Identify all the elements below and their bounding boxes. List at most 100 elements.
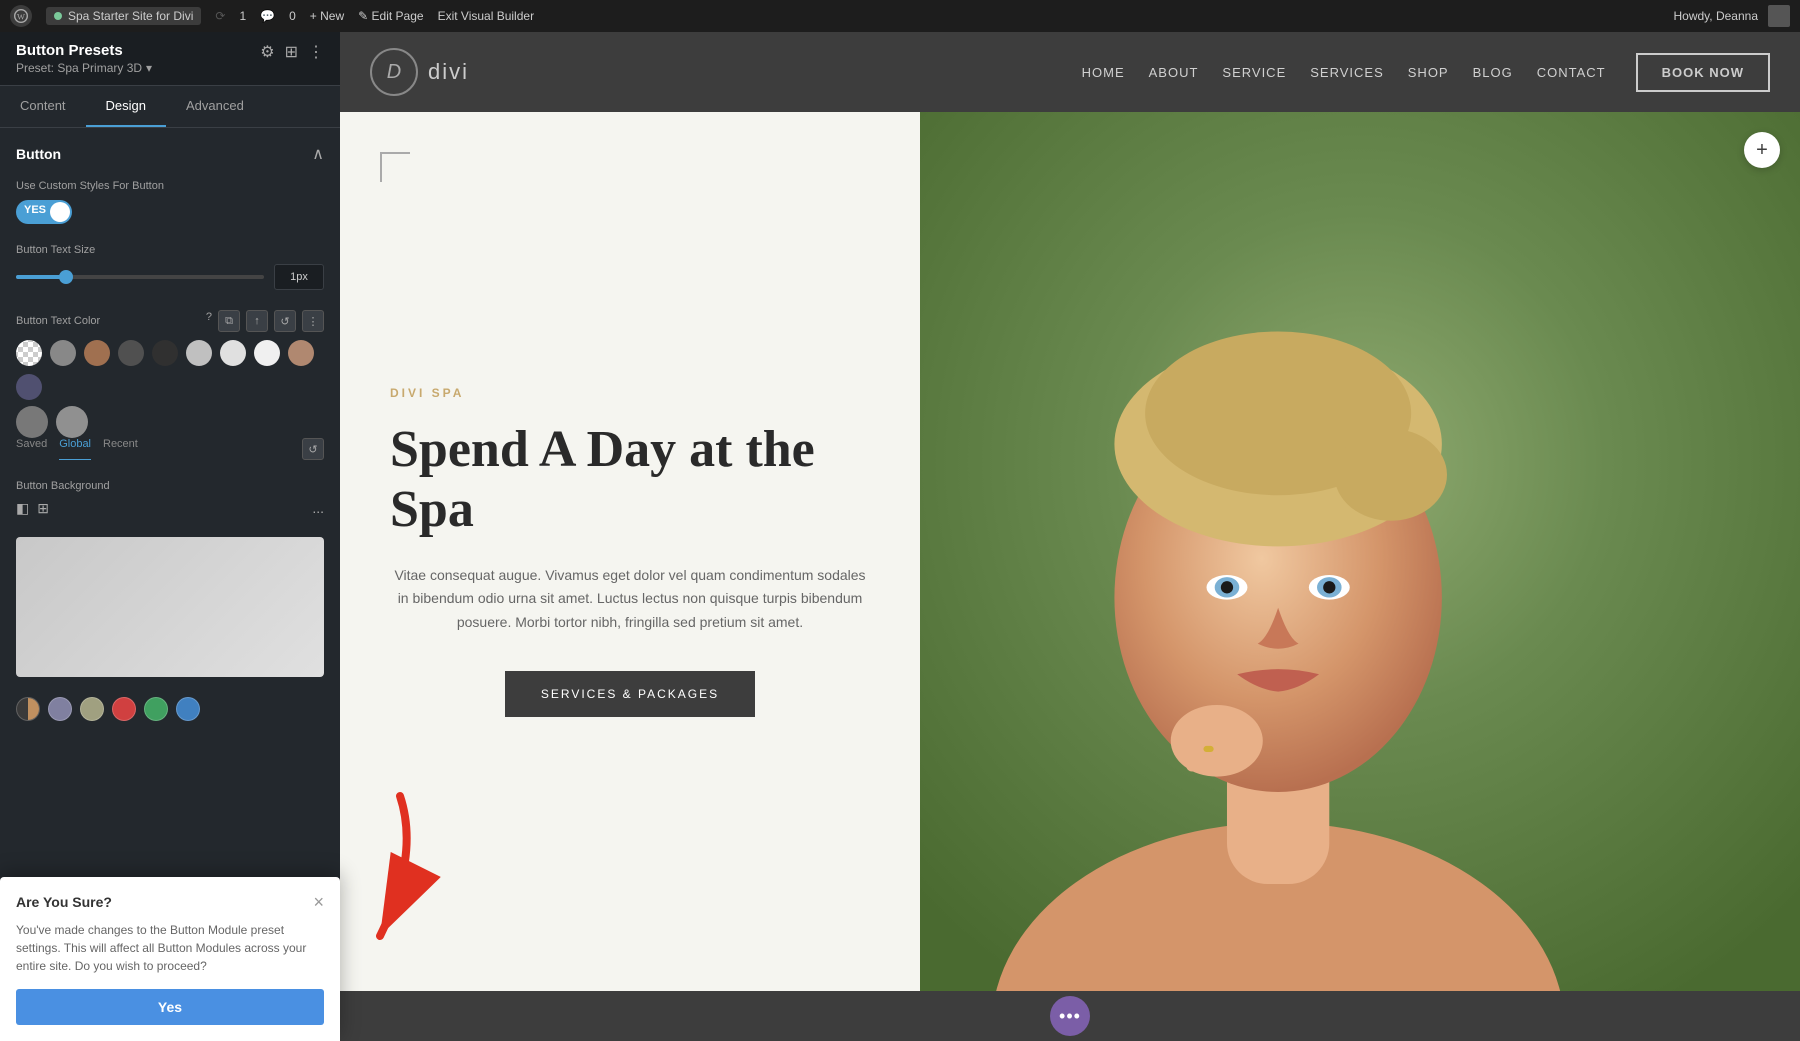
button-section-title: Button [16,146,61,162]
nav-contact[interactable]: CONTACT [1537,65,1606,80]
confirm-yes-button[interactable]: Yes [16,989,324,1025]
swatch-mid-gray[interactable] [16,406,48,438]
help-icon[interactable]: ? [206,311,212,323]
swatch-gray[interactable] [50,340,76,366]
status-dot [54,12,62,20]
sep1: ⟳ [215,9,225,23]
text-size-slider[interactable] [16,275,264,279]
bottom-color-1[interactable] [16,697,40,721]
site-name-link[interactable]: Spa Starter Site for Divi [68,9,193,23]
user-avatar[interactable] [1768,5,1790,27]
nav-services[interactable]: SERVICES [1310,65,1384,80]
bg-more-icon[interactable]: ... [312,500,324,517]
preset-name: Preset: Spa Primary 3D [16,61,142,75]
text-color-field: Button Text Color ? ⧉ ↑ ↺ ⋮ [16,310,324,460]
nav-about[interactable]: ABOUT [1149,65,1199,80]
site-logo: D divi [370,48,469,96]
site-name-pill[interactable]: Spa Starter Site for Divi [46,7,201,25]
confirm-header: Are You Sure? × [16,893,324,911]
color-tabs-row: Saved Global Recent ↺ [16,438,324,460]
toggle-container: YES [16,200,324,224]
color-swatches-row [16,340,324,400]
chevron-down-icon: ▾ [146,61,152,75]
more-options-button[interactable]: ••• [1050,996,1090,1036]
swatch-mid-gray2[interactable] [56,406,88,438]
panel-header-icons: ⚙ ⊞ ⋮ [260,42,324,62]
nav-home[interactable]: HOME [1082,65,1125,80]
custom-styles-toggle[interactable]: YES [16,200,72,224]
add-section-button[interactable]: + [1744,132,1780,168]
logo-brand-text: divi [428,59,469,85]
hero-cta-button[interactable]: SERVICES & PACKAGES [505,671,755,717]
bottom-color-2[interactable] [48,697,72,721]
color-tab-saved[interactable]: Saved [16,438,47,460]
hero-eyebrow: DIVI SPA [390,386,870,400]
swatch-light-gray[interactable] [186,340,212,366]
btn-bg-label: Button Background [16,480,324,492]
bottom-bar: ••• [340,991,1800,1041]
right-content: D divi HOME ABOUT SERVICE SERVICES SHOP … [340,32,1800,1041]
panel-header: Button Presets Preset: Spa Primary 3D ▾ … [0,32,340,86]
confirm-close-btn[interactable]: × [313,893,324,911]
logo-letter: D [387,61,401,84]
bottom-color-4[interactable] [112,697,136,721]
color-tab-recent[interactable]: Recent [103,438,138,460]
main-layout: Button Presets Preset: Spa Primary 3D ▾ … [0,32,1800,1041]
logo-circle: D [370,48,418,96]
updates-count[interactable]: 1 [239,9,246,23]
tab-design[interactable]: Design [86,86,166,127]
sep2: 💬 [260,9,275,23]
reset-color-btn[interactable]: ↺ [274,310,296,332]
collapse-icon[interactable]: ∧ [312,144,324,164]
hero-body-text: Vitae consequat augue. Vivamus eget dolo… [390,564,870,635]
bottom-colors-row [16,689,324,729]
text-color-tools-row: Button Text Color ? ⧉ ↑ ↺ ⋮ [16,310,324,332]
bg-image-icon[interactable]: ⊞ [37,500,49,517]
more-color-btn[interactable]: ⋮ [302,310,324,332]
nav-shop[interactable]: SHOP [1408,65,1449,80]
hero-right: + [920,112,1800,991]
bottom-color-5[interactable] [144,697,168,721]
book-now-button[interactable]: BOOK NOW [1636,53,1770,92]
swatch-darkest[interactable] [152,340,178,366]
tab-advanced[interactable]: Advanced [166,86,264,127]
site-nav: D divi HOME ABOUT SERVICE SERVICES SHOP … [340,32,1800,112]
bottom-color-6[interactable] [176,697,200,721]
swatch-lightest[interactable] [254,340,280,366]
edit-page-link[interactable]: ✎ Edit Page [358,9,423,23]
comments-count[interactable]: 0 [289,9,296,23]
preview-box [16,537,324,677]
link-color-btn[interactable]: ↑ [246,310,268,332]
swatch-brown[interactable] [84,340,110,366]
admin-bar-right: Howdy, Deanna [1674,5,1791,27]
custom-styles-field: Use Custom Styles For Button YES [16,180,324,224]
reset-color-small-btn[interactable]: ↺ [302,438,324,460]
layout-icon[interactable]: ⊞ [285,42,298,62]
swatch-lighter[interactable] [220,340,246,366]
slider-value-display[interactable]: 1px [274,264,324,290]
wp-logo-icon[interactable]: W [10,5,32,27]
exit-builder-link[interactable]: Exit Visual Builder [438,9,535,23]
panel-preset-subtitle[interactable]: Preset: Spa Primary 3D ▾ [16,61,324,75]
more-icon[interactable]: ⋮ [308,42,324,62]
swatch-slate[interactable] [16,374,42,400]
button-section-header: Button ∧ [16,144,324,164]
toggle-yes-label: YES [24,204,46,216]
nav-blog[interactable]: BLOG [1473,65,1513,80]
bg-gradient-icon[interactable]: ◧ [16,500,29,517]
bottom-color-3[interactable] [80,697,104,721]
toggle-knob [50,202,70,222]
copy-color-btn[interactable]: ⧉ [218,310,240,332]
confirm-message: You've made changes to the Button Module… [16,921,324,975]
swatch-tan[interactable] [288,340,314,366]
color-swatches-row-2 [16,406,324,438]
hero-section: DIVI SPA Spend A Day at the Spa Vitae co… [340,112,1800,991]
slider-thumb[interactable] [59,270,73,284]
new-link[interactable]: + New [310,9,344,23]
tab-content[interactable]: Content [0,86,86,127]
nav-service[interactable]: SERVICE [1222,65,1286,80]
settings-icon[interactable]: ⚙ [260,42,274,62]
swatch-dark[interactable] [118,340,144,366]
swatch-transparent[interactable] [16,340,42,366]
color-tab-global[interactable]: Global [59,438,91,460]
